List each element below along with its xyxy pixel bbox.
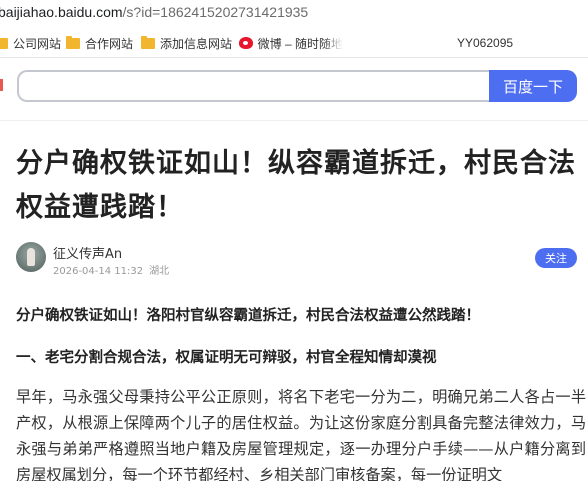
publish-datetime: 2026-04-14 11:32 xyxy=(53,266,144,277)
article-paragraph: 早年，马永强父母秉持公平公正原则，将名下老宅一分为二，明确兄弟二人各占一半产权，… xyxy=(16,388,586,481)
author-meta: 2026-04-14 11:32 湖北 xyxy=(53,262,175,277)
folder-icon xyxy=(0,37,8,49)
bookmark-label: 公司网站 xyxy=(13,36,62,51)
avatar[interactable] xyxy=(16,242,46,272)
article-title: 分户确权铁证如山！纵容霸道拆迁，村民合法权益遭践踏！ xyxy=(16,148,576,223)
publish-location: 湖北 xyxy=(149,266,170,277)
bookmark-label: 微博 – 随时随地 xyxy=(257,36,343,51)
author-name[interactable]: 征义传声An xyxy=(53,243,122,262)
weibo-icon xyxy=(239,37,253,49)
bookmark-label: 添加信息网站 xyxy=(160,36,233,51)
search-button[interactable]: 百度一下 xyxy=(489,70,577,102)
bookmark-add-info-site[interactable]: 添加信息网站 xyxy=(141,35,232,51)
bookmark-company-site[interactable]: 公司网站 xyxy=(0,35,61,51)
folder-icon xyxy=(141,35,155,49)
search-edge-marker xyxy=(0,79,3,91)
address-bar[interactable]: baijiahao.baidu.com/s?id=186241520273142… xyxy=(0,0,588,28)
bookmark-right-text: YY062095 xyxy=(457,36,514,50)
header-divider xyxy=(0,120,588,121)
url-text[interactable]: baijiahao.baidu.com/s?id=186241520273142… xyxy=(0,4,308,20)
bookmarks-bar: 公司网站 合作网站 添加信息网站 微博 – 随时随地 YY062095 xyxy=(0,28,588,58)
bookmark-right-label: YY062095 xyxy=(457,35,513,51)
folder-icon xyxy=(66,35,80,49)
search-row: 百度一下 xyxy=(0,58,588,114)
bookmark-partner-site[interactable]: 合作网站 xyxy=(66,35,133,51)
search-input[interactable] xyxy=(17,70,491,102)
url-path: /s?id=1862415202731421935 xyxy=(122,4,309,20)
url-host: baijiahao.baidu.com xyxy=(0,4,123,20)
section-heading: 一、老宅分割合规合法，权属证明无可辩驳，村官全程知情却漠视 xyxy=(16,350,437,366)
author-bar: 征义传声An 2026-04-14 11:32 湖北 关注 xyxy=(16,242,580,278)
bookmark-weibo[interactable]: 微博 – 随时随地 xyxy=(239,35,343,51)
bookmark-label: 合作网站 xyxy=(85,36,134,51)
follow-button[interactable]: 关注 xyxy=(535,248,577,268)
article-lead: 分户确权铁证如山！洛阳村官纵容霸道拆迁，村民合法权益遭公然践踏！ xyxy=(16,308,480,324)
